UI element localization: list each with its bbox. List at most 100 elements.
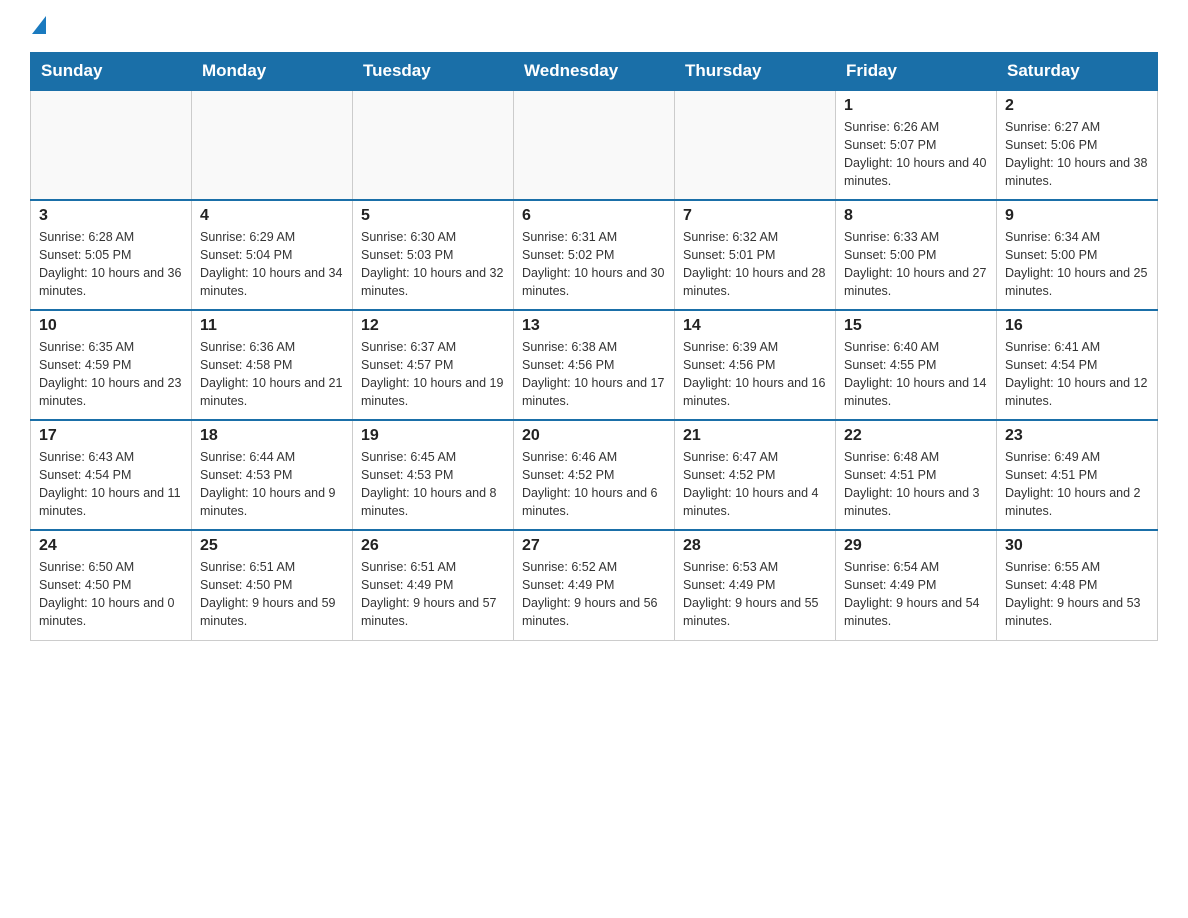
day-number: 8	[844, 207, 988, 225]
day-number: 28	[683, 537, 827, 555]
calendar-cell: 3 Sunrise: 6:28 AMSunset: 5:05 PMDaylight…	[31, 200, 192, 310]
calendar-cell: 10Sunrise: 6:35 AMSunset: 4:59 PMDayligh…	[31, 310, 192, 420]
day-number: 9	[1005, 207, 1149, 225]
day-number: 25	[200, 537, 344, 555]
day-number: 4	[200, 207, 344, 225]
day-info: Sunrise: 6:34 AMSunset: 5:00 PMDaylight:…	[1005, 228, 1149, 301]
day-info: Sunrise: 6:52 AMSunset: 4:49 PMDaylight:…	[522, 558, 666, 631]
weekday-header-monday: Monday	[192, 53, 353, 91]
calendar-cell: 12 Sunrise: 6:37 AMSunset: 4:57 PMDayligh…	[353, 310, 514, 420]
calendar-cell: 14 Sunrise: 6:39 AMSunset: 4:56 PMDayligh…	[675, 310, 836, 420]
day-info: Sunrise: 6:32 AMSunset: 5:01 PMDaylight:…	[683, 228, 827, 301]
calendar-cell: 27 Sunrise: 6:52 AMSunset: 4:49 PMDayligh…	[514, 530, 675, 640]
weekday-header-sunday: Sunday	[31, 53, 192, 91]
day-number: 24	[39, 537, 183, 555]
day-info: Sunrise: 6:40 AMSunset: 4:55 PMDaylight:…	[844, 338, 988, 411]
day-number: 15	[844, 317, 988, 335]
day-info: Sunrise: 6:31 AMSunset: 5:02 PMDaylight:…	[522, 228, 666, 301]
calendar-cell: 7 Sunrise: 6:32 AMSunset: 5:01 PMDaylight…	[675, 200, 836, 310]
day-info: Sunrise: 6:48 AMSunset: 4:51 PMDaylight:…	[844, 448, 988, 521]
day-info: Sunrise: 6:26 AMSunset: 5:07 PMDaylight:…	[844, 118, 988, 191]
day-info: Sunrise: 6:33 AMSunset: 5:00 PMDaylight:…	[844, 228, 988, 301]
day-info: Sunrise: 6:54 AMSunset: 4:49 PMDaylight:…	[844, 558, 988, 631]
calendar-cell	[192, 90, 353, 200]
day-number: 16	[1005, 317, 1149, 335]
week-row-4: 17 Sunrise: 6:43 AMSunset: 4:54 PMDayligh…	[31, 420, 1158, 530]
calendar-cell: 16 Sunrise: 6:41 AMSunset: 4:54 PMDayligh…	[997, 310, 1158, 420]
day-number: 19	[361, 427, 505, 445]
calendar-cell: 22 Sunrise: 6:48 AMSunset: 4:51 PMDayligh…	[836, 420, 997, 530]
calendar-cell	[31, 90, 192, 200]
day-info: Sunrise: 6:36 AMSunset: 4:58 PMDaylight:…	[200, 338, 344, 411]
calendar-cell: 17 Sunrise: 6:43 AMSunset: 4:54 PMDayligh…	[31, 420, 192, 530]
calendar-cell: 19Sunrise: 6:45 AMSunset: 4:53 PMDayligh…	[353, 420, 514, 530]
day-number: 17	[39, 427, 183, 445]
calendar-cell: 8 Sunrise: 6:33 AMSunset: 5:00 PMDaylight…	[836, 200, 997, 310]
week-row-2: 3 Sunrise: 6:28 AMSunset: 5:05 PMDaylight…	[31, 200, 1158, 310]
calendar-cell	[353, 90, 514, 200]
day-info: Sunrise: 6:37 AMSunset: 4:57 PMDaylight:…	[361, 338, 505, 411]
week-row-5: 24 Sunrise: 6:50 AMSunset: 4:50 PMDayligh…	[31, 530, 1158, 640]
calendar-cell: 26Sunrise: 6:51 AMSunset: 4:49 PMDayligh…	[353, 530, 514, 640]
day-number: 14	[683, 317, 827, 335]
day-info: Sunrise: 6:46 AMSunset: 4:52 PMDaylight:…	[522, 448, 666, 521]
day-number: 22	[844, 427, 988, 445]
day-number: 23	[1005, 427, 1149, 445]
day-number: 3	[39, 207, 183, 225]
day-info: Sunrise: 6:53 AMSunset: 4:49 PMDaylight:…	[683, 558, 827, 631]
day-number: 12	[361, 317, 505, 335]
day-info: Sunrise: 6:38 AMSunset: 4:56 PMDaylight:…	[522, 338, 666, 411]
day-info: Sunrise: 6:55 AMSunset: 4:48 PMDaylight:…	[1005, 558, 1149, 631]
day-info: Sunrise: 6:44 AMSunset: 4:53 PMDaylight:…	[200, 448, 344, 521]
day-number: 13	[522, 317, 666, 335]
calendar-cell: 15 Sunrise: 6:40 AMSunset: 4:55 PMDayligh…	[836, 310, 997, 420]
day-number: 7	[683, 207, 827, 225]
calendar-cell: 11 Sunrise: 6:36 AMSunset: 4:58 PMDayligh…	[192, 310, 353, 420]
day-info: Sunrise: 6:29 AMSunset: 5:04 PMDaylight:…	[200, 228, 344, 301]
weekday-header-friday: Friday	[836, 53, 997, 91]
calendar-cell	[675, 90, 836, 200]
day-info: Sunrise: 6:35 AMSunset: 4:59 PMDaylight:…	[39, 338, 183, 411]
weekday-header-tuesday: Tuesday	[353, 53, 514, 91]
weekday-header-saturday: Saturday	[997, 53, 1158, 91]
day-info: Sunrise: 6:43 AMSunset: 4:54 PMDaylight:…	[39, 448, 183, 521]
day-info: Sunrise: 6:28 AMSunset: 5:05 PMDaylight:…	[39, 228, 183, 301]
day-info: Sunrise: 6:51 AMSunset: 4:49 PMDaylight:…	[361, 558, 505, 631]
day-number: 11	[200, 317, 344, 335]
day-number: 2	[1005, 97, 1149, 115]
calendar-table: SundayMondayTuesdayWednesdayThursdayFrid…	[30, 52, 1158, 641]
calendar-cell: 24 Sunrise: 6:50 AMSunset: 4:50 PMDayligh…	[31, 530, 192, 640]
calendar-cell: 20 Sunrise: 6:46 AMSunset: 4:52 PMDayligh…	[514, 420, 675, 530]
page-header	[30, 20, 1158, 34]
day-info: Sunrise: 6:47 AMSunset: 4:52 PMDaylight:…	[683, 448, 827, 521]
calendar-cell: 2 Sunrise: 6:27 AMSunset: 5:06 PMDaylight…	[997, 90, 1158, 200]
calendar-cell: 4 Sunrise: 6:29 AMSunset: 5:04 PMDaylight…	[192, 200, 353, 310]
day-info: Sunrise: 6:27 AMSunset: 5:06 PMDaylight:…	[1005, 118, 1149, 191]
calendar-cell: 18 Sunrise: 6:44 AMSunset: 4:53 PMDayligh…	[192, 420, 353, 530]
calendar-cell: 6 Sunrise: 6:31 AMSunset: 5:02 PMDaylight…	[514, 200, 675, 310]
day-number: 20	[522, 427, 666, 445]
day-number: 5	[361, 207, 505, 225]
week-row-1: 1 Sunrise: 6:26 AMSunset: 5:07 PMDaylight…	[31, 90, 1158, 200]
day-info: Sunrise: 6:50 AMSunset: 4:50 PMDaylight:…	[39, 558, 183, 631]
day-number: 30	[1005, 537, 1149, 555]
day-number: 18	[200, 427, 344, 445]
day-number: 27	[522, 537, 666, 555]
calendar-cell: 30 Sunrise: 6:55 AMSunset: 4:48 PMDayligh…	[997, 530, 1158, 640]
logo-triangle-icon	[32, 16, 46, 34]
day-number: 1	[844, 97, 988, 115]
day-info: Sunrise: 6:49 AMSunset: 4:51 PMDaylight:…	[1005, 448, 1149, 521]
calendar-cell: 23 Sunrise: 6:49 AMSunset: 4:51 PMDayligh…	[997, 420, 1158, 530]
calendar-cell: 5 Sunrise: 6:30 AMSunset: 5:03 PMDaylight…	[353, 200, 514, 310]
day-info: Sunrise: 6:30 AMSunset: 5:03 PMDaylight:…	[361, 228, 505, 301]
calendar-cell: 1 Sunrise: 6:26 AMSunset: 5:07 PMDaylight…	[836, 90, 997, 200]
day-info: Sunrise: 6:39 AMSunset: 4:56 PMDaylight:…	[683, 338, 827, 411]
calendar-cell: 28 Sunrise: 6:53 AMSunset: 4:49 PMDayligh…	[675, 530, 836, 640]
week-row-3: 10Sunrise: 6:35 AMSunset: 4:59 PMDayligh…	[31, 310, 1158, 420]
day-number: 6	[522, 207, 666, 225]
calendar-cell: 25 Sunrise: 6:51 AMSunset: 4:50 PMDayligh…	[192, 530, 353, 640]
calendar-cell: 9 Sunrise: 6:34 AMSunset: 5:00 PMDaylight…	[997, 200, 1158, 310]
day-info: Sunrise: 6:41 AMSunset: 4:54 PMDaylight:…	[1005, 338, 1149, 411]
day-info: Sunrise: 6:51 AMSunset: 4:50 PMDaylight:…	[200, 558, 344, 631]
weekday-header-row: SundayMondayTuesdayWednesdayThursdayFrid…	[31, 53, 1158, 91]
